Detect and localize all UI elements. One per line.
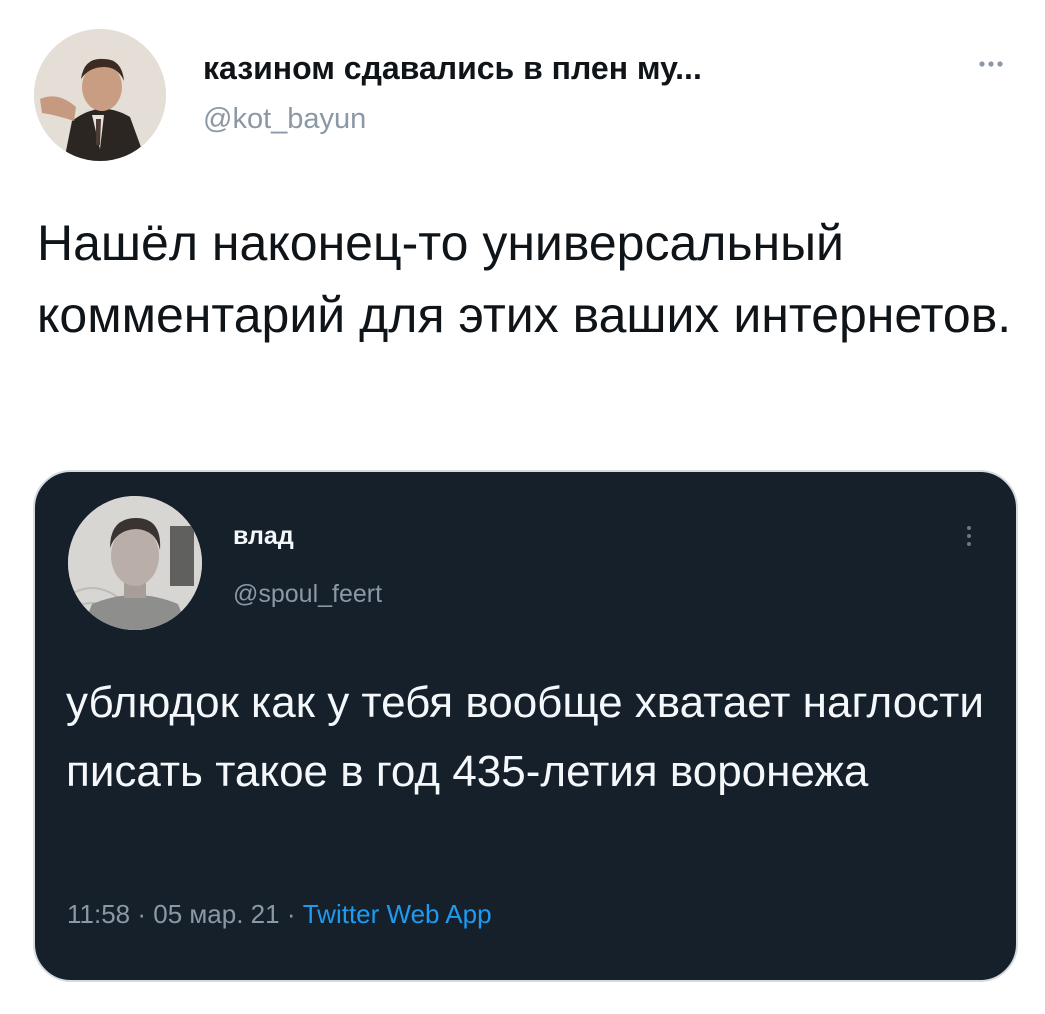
more-horizontal-icon: [979, 61, 1003, 67]
author-handle[interactable]: @kot_bayun: [203, 103, 366, 136]
quoted-tweet-time: 11:58: [67, 899, 131, 929]
meta-separator: ·: [286, 899, 296, 929]
more-options-button[interactable]: [966, 52, 1016, 76]
author-display-name[interactable]: казином сдавались в плен му...: [203, 50, 702, 87]
quoted-tweet-meta: 11:58 · 05 мар. 21 · Twitter Web App: [67, 899, 492, 930]
quoted-tweet-card[interactable]: влад @spoul_feert ублюдок как у тебя воо…: [33, 470, 1018, 982]
avatar-photo-icon: [34, 29, 166, 161]
quoted-author-handle[interactable]: @spoul_feert: [233, 580, 382, 609]
quoted-tweet-date: 05 мар. 21: [153, 899, 280, 929]
meta-separator: ·: [137, 899, 147, 929]
quoted-author-display-name[interactable]: влад: [233, 522, 294, 551]
quoted-author-avatar[interactable]: [68, 496, 202, 630]
avatar-photo-icon: [68, 496, 202, 630]
author-avatar[interactable]: [34, 29, 166, 161]
quoted-more-options-button[interactable]: [959, 516, 979, 556]
quoted-tweet-text: ублюдок как у тебя вообще хватает наглос…: [66, 678, 984, 796]
quoted-tweet-source-link[interactable]: Twitter Web App: [303, 899, 492, 929]
tweet-text: Нашёл наконец-то универсальный комментар…: [37, 215, 1012, 343]
more-vertical-icon: [967, 526, 971, 546]
